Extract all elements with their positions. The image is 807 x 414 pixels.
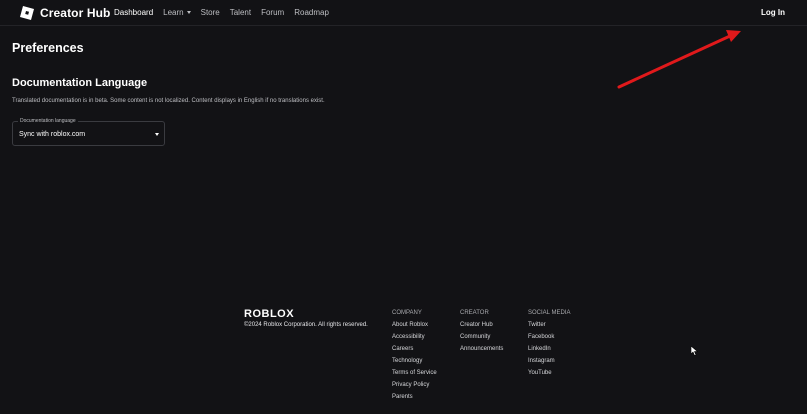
footer-link-twitter[interactable]: Twitter [528, 322, 570, 334]
footer-link-linkedin[interactable]: LinkedIn [528, 346, 570, 358]
footer-link-about[interactable]: About Roblox [392, 322, 437, 334]
nav-talent[interactable]: Talent [230, 8, 251, 17]
roblox-logo-icon [20, 6, 34, 20]
nav-learn[interactable]: Learn [163, 8, 191, 17]
chevron-down-icon [186, 11, 191, 14]
footer-link-accessibility[interactable]: Accessibility [392, 334, 437, 346]
select-value: Sync with roblox.com [19, 131, 86, 138]
footer-column-company: COMPANY About Roblox Accessibility Caree… [392, 310, 437, 406]
footer-column-social: SOCIAL MEDIA Twitter Facebook LinkedIn I… [528, 310, 570, 382]
nav-forum[interactable]: Forum [261, 8, 284, 17]
section-title: Documentation Language [12, 77, 148, 89]
footer-link-announcements[interactable]: Announcements [460, 346, 503, 358]
section-description: Translated documentation is in beta. Som… [12, 98, 325, 104]
footer-column-title: SOCIAL MEDIA [528, 310, 571, 316]
nav-dashboard[interactable]: Dashboard [114, 8, 153, 17]
footer-link-youtube[interactable]: YouTube [528, 370, 570, 382]
nav-store[interactable]: Store [201, 8, 220, 17]
footer-column-creator: CREATOR Creator Hub Community Announceme… [460, 310, 503, 358]
page-title: Preferences [12, 41, 84, 55]
caret-down-icon [155, 133, 159, 136]
footer-link-community[interactable]: Community [460, 334, 503, 346]
footer-column-title: COMPANY [392, 310, 422, 316]
nav-learn-label: Learn [163, 8, 184, 17]
footer-link-technology[interactable]: Technology [392, 358, 437, 370]
documentation-language-select[interactable]: Documentation language Sync with roblox.… [12, 118, 165, 146]
footer-link-privacy[interactable]: Privacy Policy [392, 382, 437, 394]
top-navigation-bar: Creator Hub Dashboard Learn Store Talent… [0, 0, 807, 26]
main-nav: Dashboard Learn Store Talent Forum Roadm… [114, 8, 339, 17]
brand-home-link[interactable]: Creator Hub [20, 6, 110, 20]
select-label: Documentation language [18, 118, 78, 124]
footer-link-parents[interactable]: Parents [392, 394, 437, 406]
footer-brand: ROBLOX ©2024 Roblox Corporation. All rig… [244, 308, 368, 328]
footer-link-careers[interactable]: Careers [392, 346, 437, 358]
footer-link-facebook[interactable]: Facebook [528, 334, 570, 346]
mouse-pointer-icon [691, 346, 698, 356]
nav-roadmap[interactable]: Roadmap [294, 8, 329, 17]
login-button[interactable]: Log In [761, 8, 785, 17]
footer-link-creator-hub[interactable]: Creator Hub [460, 322, 503, 334]
copyright-text: ©2024 Roblox Corporation. All rights res… [244, 322, 368, 328]
footer-link-instagram[interactable]: Instagram [528, 358, 570, 370]
footer-column-title: CREATOR [460, 310, 489, 316]
brand-name: Creator Hub [40, 6, 111, 20]
roblox-wordmark: ROBLOX [244, 308, 295, 320]
footer-link-terms[interactable]: Terms of Service [392, 370, 437, 382]
